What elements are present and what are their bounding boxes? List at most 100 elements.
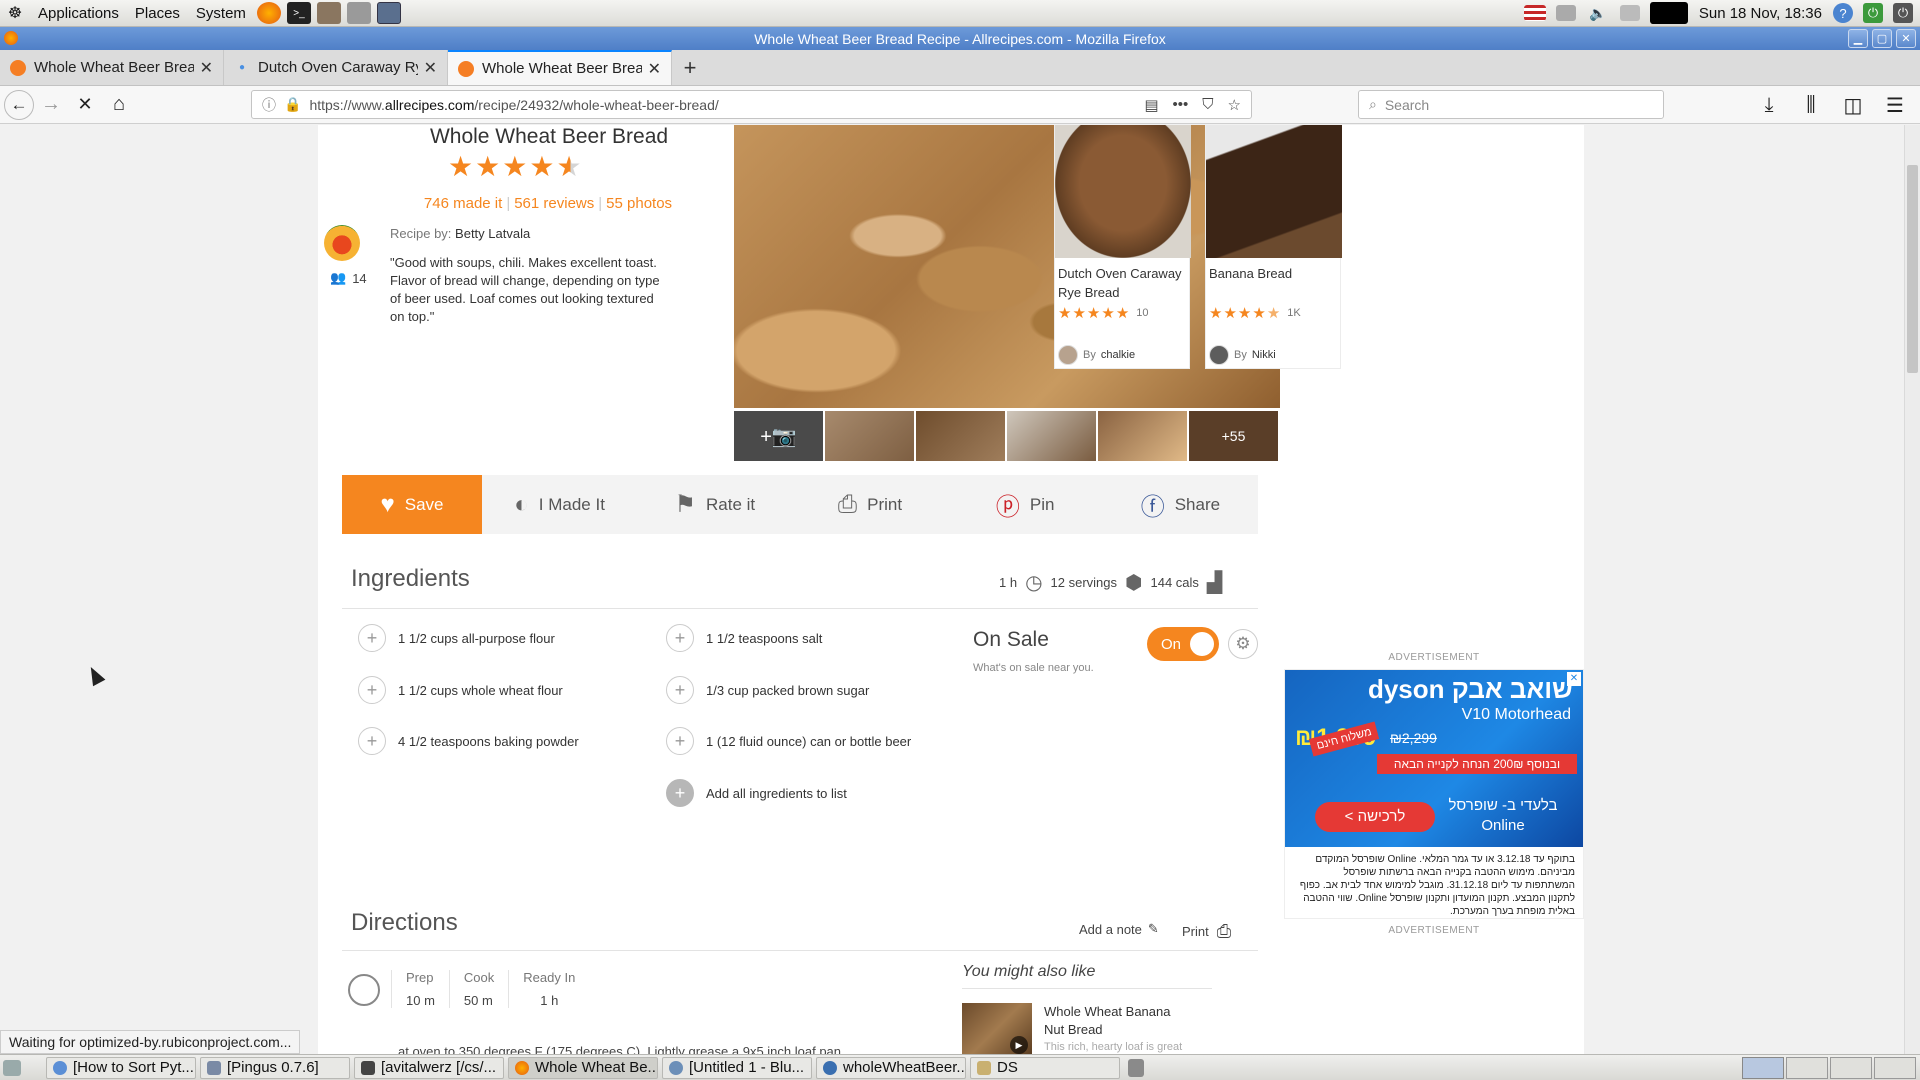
close-icon[interactable]: ✕ — [424, 58, 437, 78]
bookmark-star-icon[interactable]: ☆ — [1228, 96, 1241, 114]
forward-button[interactable]: → — [34, 88, 68, 122]
taskbar-item[interactable]: Whole Wheat Be... — [508, 1056, 658, 1079]
add-note-button[interactable]: Add a note ✎ — [1079, 921, 1159, 937]
add-all-ingredients-button[interactable]: + Add all ingredients to list — [666, 779, 847, 807]
add-all-plus-icon[interactable]: + — [666, 779, 694, 807]
trash-icon[interactable] — [1128, 1058, 1144, 1077]
workspace-2[interactable] — [1786, 1056, 1828, 1079]
tab-whole-wheat-beer-bread-1[interactable]: Whole Wheat Beer Bread ✕ — [0, 50, 224, 85]
tab-whole-wheat-beer-bread-active[interactable]: Whole Wheat Beer Bread ✕ — [448, 50, 672, 85]
related-recipe-title[interactable]: Dutch Oven Caraway Rye Bread — [1055, 258, 1189, 304]
taskbar-item[interactable]: [avitalwerz [/cs/... — [354, 1056, 504, 1079]
window-titlebar[interactable]: Whole Wheat Beer Bread Recipe - Allrecip… — [0, 27, 1920, 50]
ingredient-item[interactable]: + 1/3 cup packed brown sugar — [666, 676, 869, 704]
related-recipe-title[interactable]: Banana Bread — [1206, 258, 1340, 304]
tool-launcher-icon[interactable] — [376, 2, 401, 24]
ad-banner[interactable]: dyson שואב אבק V10 Motorhead ₪1,999 ₪2,2… — [1285, 670, 1583, 847]
add-ingredient-plus-icon[interactable]: + — [358, 624, 386, 652]
photo-thumbnail[interactable] — [916, 411, 1005, 461]
ingredient-item[interactable]: + 1 (12 fluid ounce) can or bottle beer — [666, 727, 911, 755]
workspace-switcher[interactable] — [1742, 1056, 1920, 1079]
related-author-name[interactable]: chalkie — [1101, 349, 1135, 361]
monitor-icon[interactable] — [1619, 5, 1640, 21]
show-desktop-icon[interactable] — [3, 1059, 21, 1076]
new-tab-button[interactable]: + — [672, 50, 708, 85]
add-ingredient-plus-icon[interactable]: + — [666, 624, 694, 652]
menu-icon[interactable]: ☰ — [1878, 88, 1912, 122]
search-bar[interactable]: ⌕ Search — [1358, 90, 1664, 119]
close-icon[interactable]: ✕ — [200, 58, 213, 78]
taskbar-item[interactable]: DS — [970, 1056, 1120, 1079]
gear-icon[interactable]: ⚙ — [1228, 629, 1258, 659]
tab-dutch-oven-caraway-rye[interactable]: ● Dutch Oven Caraway Rye ✕ — [224, 50, 448, 85]
related-recipe-card[interactable]: Banana Bread ★ ★ ★ ★ ★ 1K By Nikki — [1205, 125, 1342, 369]
photos-link[interactable]: 55 photos — [606, 195, 672, 212]
play-icon[interactable]: ▶ — [1010, 1036, 1028, 1054]
photo-thumbnail[interactable] — [1007, 411, 1096, 461]
photo-thumbnail[interactable] — [825, 411, 914, 461]
network-icon[interactable] — [1555, 5, 1576, 21]
stop-loading-button[interactable]: ✕ — [68, 88, 102, 122]
minimize-button[interactable]: ▁ — [1848, 29, 1868, 48]
info-icon[interactable]: ⓘ — [262, 95, 276, 115]
us-flag-icon[interactable] — [1523, 5, 1546, 21]
ad-close-icon[interactable]: ✕ — [1567, 672, 1581, 686]
recipe-hero-photo[interactable] — [734, 125, 1280, 408]
related-recipe-photo[interactable] — [1055, 125, 1191, 258]
pin-button[interactable]: ⓟ Pin — [948, 475, 1103, 534]
close-icon[interactable]: ✕ — [648, 59, 661, 79]
clock[interactable]: Sun 18 Nov, 18:36 — [1695, 5, 1826, 22]
ingredient-item[interactable]: + 1 1/2 teaspoons salt — [666, 624, 822, 652]
save-button[interactable]: ♥ Save — [342, 475, 482, 534]
home-button[interactable]: ⌂ — [102, 88, 136, 122]
workspace-1[interactable] — [1742, 1056, 1784, 1079]
related-author-name[interactable]: Nikki — [1252, 349, 1276, 361]
nutrition-chart-icon[interactable]: ▟ — [1207, 570, 1222, 595]
reviews-link[interactable]: 561 reviews — [514, 195, 594, 212]
add-ingredient-plus-icon[interactable]: + — [358, 727, 386, 755]
author-name-link[interactable]: Betty Latvala — [455, 226, 530, 241]
page-scrollbar[interactable] — [1904, 125, 1920, 1054]
settings-launcher-icon[interactable] — [346, 2, 371, 24]
library-icon[interactable]: ⫼ — [1794, 88, 1828, 122]
ad-buy-button[interactable]: לרכישה > — [1315, 802, 1435, 832]
applications-menu[interactable]: Applications — [30, 0, 127, 27]
close-window-button[interactable]: ✕ — [1896, 29, 1916, 48]
gnome-foot-icon[interactable]: ☸ — [3, 2, 27, 24]
workspace-4[interactable] — [1874, 1056, 1916, 1079]
add-ingredient-plus-icon[interactable]: + — [666, 676, 694, 704]
places-menu[interactable]: Places — [127, 0, 188, 27]
help-icon[interactable]: ? — [1833, 3, 1853, 23]
workspace-3[interactable] — [1830, 1056, 1872, 1079]
author-avatar[interactable] — [324, 225, 360, 261]
taskbar-item[interactable]: wholeWheatBeer... — [816, 1056, 966, 1079]
gimp-launcher-icon[interactable] — [316, 2, 341, 24]
recipe-rating[interactable]: ★ ★ ★ ★ ★ — [448, 153, 582, 181]
i-made-it-button[interactable]: ◐ I Made It — [482, 475, 637, 534]
on-sale-toggle[interactable]: On — [1147, 627, 1219, 661]
ingredient-item[interactable]: + 1 1/2 cups whole wheat flour — [358, 676, 563, 704]
page-actions-icon[interactable]: ••• — [1173, 96, 1189, 113]
suggested-recipe-photo[interactable]: ▶ — [962, 1003, 1032, 1054]
dyson-advertisement[interactable]: dyson שואב אבק V10 Motorhead ₪1,999 ₪2,2… — [1284, 669, 1584, 919]
share-button[interactable]: ⓕ Share — [1103, 475, 1258, 534]
terminal-launcher-icon[interactable]: >_ — [286, 2, 311, 24]
ingredient-item[interactable]: + 4 1/2 teaspoons baking powder — [358, 727, 579, 755]
scrollbar-thumb[interactable] — [1907, 165, 1918, 373]
ingredient-item[interactable]: + 1 1/2 cups all-purpose flour — [358, 624, 555, 652]
suggested-recipe-title[interactable]: Whole Wheat Banana Nut Bread — [1044, 1003, 1184, 1039]
system-menu[interactable]: System — [188, 0, 254, 27]
logout-icon[interactable]: ⏻ — [1863, 3, 1883, 23]
made-it-link[interactable]: 746 made it — [424, 195, 502, 212]
add-ingredient-plus-icon[interactable]: + — [666, 727, 694, 755]
pocket-icon[interactable]: ⛉ — [1202, 96, 1213, 113]
more-photos-thumbnail[interactable]: +55 — [1189, 411, 1278, 461]
directions-print-button[interactable]: Print ⎙ — [1182, 921, 1231, 942]
servings-icon[interactable]: ⬢ — [1125, 570, 1142, 595]
maximize-button[interactable]: ▢ — [1872, 29, 1892, 48]
back-button[interactable]: ← — [4, 89, 34, 120]
print-button[interactable]: ⎙ Print — [792, 475, 947, 534]
suggested-recipe-card[interactable]: ▶ Whole Wheat Banana Nut Bread This rich… — [962, 1003, 1184, 1054]
download-icon[interactable]: ⤓ — [1752, 88, 1786, 122]
related-recipe-photo[interactable] — [1206, 125, 1342, 258]
